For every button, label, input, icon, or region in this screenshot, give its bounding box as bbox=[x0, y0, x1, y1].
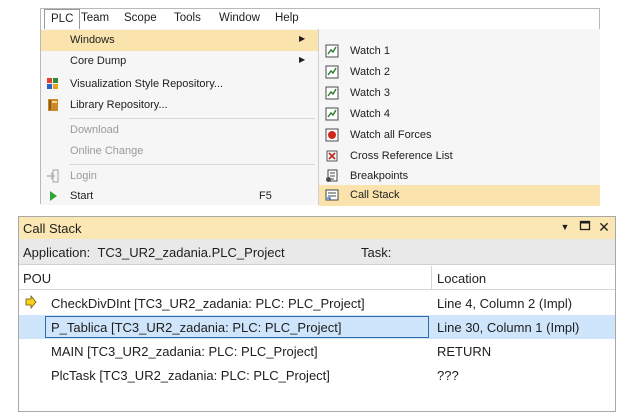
panel-title: Call Stack bbox=[23, 221, 82, 236]
table-row[interactable]: PlcTask [TC3_UR2_zadania: PLC: PLC_Proje… bbox=[19, 363, 615, 387]
call-stack-title-bar: Call Stack ▼ ✕ bbox=[19, 217, 615, 239]
menu-item-label: Windows bbox=[70, 34, 115, 46]
close-icon[interactable]: ✕ bbox=[596, 219, 612, 235]
column-header-pou[interactable]: POU bbox=[23, 271, 51, 286]
submenu-item-label: Watch all Forces bbox=[350, 129, 432, 141]
menubar-item-help[interactable]: Help bbox=[269, 9, 305, 29]
watch-window-icon bbox=[325, 86, 339, 100]
table-row-selected[interactable]: P_Tablica [TC3_UR2_zadania: PLC: PLC_Pro… bbox=[19, 315, 615, 339]
windows-submenu: Watch 1 Watch 2 Watch 3 Watch 4 Watch al… bbox=[319, 29, 600, 206]
maximize-icon[interactable] bbox=[577, 219, 593, 235]
row-location: RETURN bbox=[437, 344, 492, 359]
submenu-item-label: Cross Reference List bbox=[350, 150, 453, 162]
application-info: Application: TC3_UR2_zadania.PLC_Project bbox=[23, 245, 285, 260]
library-repository-icon bbox=[46, 98, 60, 112]
row-location: Line 4, Column 2 (Impl) bbox=[437, 296, 573, 311]
call-stack-panel: Call Stack ▼ ✕ Application: TC3_UR2_zada… bbox=[18, 216, 616, 412]
submenu-item-watch-2[interactable]: Watch 2 bbox=[319, 62, 600, 83]
row-pou: CheckDivDInt [TC3_UR2_zadania: PLC: PLC_… bbox=[51, 296, 365, 311]
watch-window-icon bbox=[325, 65, 339, 79]
menu-item-visualization-style-repository[interactable]: Visualization Style Repository... bbox=[41, 74, 318, 95]
application-value: TC3_UR2_zadania.PLC_Project bbox=[97, 245, 285, 260]
row-location: Line 30, Column 1 (Impl) bbox=[437, 320, 580, 335]
submenu-item-breakpoints[interactable]: Breakpoints bbox=[319, 166, 600, 187]
current-frame-arrow-icon bbox=[25, 294, 37, 310]
submenu-item-call-stack[interactable]: Call Stack bbox=[319, 185, 600, 206]
menu-item-library-repository[interactable]: Library Repository... bbox=[41, 95, 318, 116]
menubar-item-window[interactable]: Window bbox=[213, 9, 266, 29]
watch-window-icon bbox=[325, 107, 339, 121]
submenu-item-watch-3[interactable]: Watch 3 bbox=[319, 83, 600, 104]
menu-item-download: Download bbox=[41, 120, 318, 141]
application-label: Application: bbox=[23, 245, 91, 260]
plc-menu-screenshot: PLC Team Scope Tools Window Help Windows… bbox=[40, 8, 600, 206]
menu-bar: PLC Team Scope Tools Window Help bbox=[41, 9, 599, 29]
menu-item-login: Login bbox=[41, 166, 318, 187]
menu-item-label: Start bbox=[70, 190, 94, 202]
menu-item-shortcut: F5 bbox=[259, 190, 272, 202]
menu-separator bbox=[69, 118, 315, 119]
start-icon bbox=[46, 189, 60, 203]
column-divider[interactable] bbox=[431, 266, 432, 290]
call-stack-icon bbox=[325, 188, 339, 202]
column-header-location[interactable]: Location bbox=[437, 271, 486, 286]
menu-item-start[interactable]: Start F5 bbox=[41, 186, 318, 207]
row-pou: P_Tablica [TC3_UR2_zadania: PLC: PLC_Pro… bbox=[51, 320, 342, 335]
submenu-item-label: Breakpoints bbox=[350, 170, 409, 182]
menu-item-core-dump[interactable]: Core Dump ▶ bbox=[41, 51, 318, 72]
table-header: POU Location bbox=[19, 266, 615, 290]
task-label: Task: bbox=[361, 245, 392, 260]
submenu-item-cross-reference-list[interactable]: Cross Reference List bbox=[319, 146, 600, 167]
row-location: ??? bbox=[437, 368, 459, 383]
application-bar: Application: TC3_UR2_zadania.PLC_Project… bbox=[19, 239, 615, 265]
submenu-arrow-icon: ▶ bbox=[299, 55, 306, 64]
plc-menu: Windows ▶ Core Dump ▶ Visualization Styl… bbox=[41, 29, 319, 205]
submenu-item-label: Watch 3 bbox=[350, 87, 390, 99]
row-pou: PlcTask [TC3_UR2_zadania: PLC: PLC_Proje… bbox=[51, 368, 330, 383]
menu-separator bbox=[69, 164, 315, 165]
submenu-item-watch-all-forces[interactable]: Watch all Forces bbox=[319, 125, 600, 146]
menu-item-label: Library Repository... bbox=[70, 99, 168, 111]
menubar-item-tools[interactable]: Tools bbox=[168, 9, 207, 29]
table-row[interactable]: CheckDivDInt [TC3_UR2_zadania: PLC: PLC_… bbox=[19, 291, 615, 315]
submenu-arrow-icon: ▶ bbox=[299, 34, 306, 43]
menu-item-label: Online Change bbox=[70, 145, 144, 157]
menu-item-windows[interactable]: Windows ▶ bbox=[41, 30, 318, 51]
submenu-item-label: Watch 4 bbox=[350, 108, 390, 120]
submenu-item-label: Watch 1 bbox=[350, 45, 390, 57]
menu-item-online-change: Online Change bbox=[41, 141, 318, 162]
menubar-item-scope[interactable]: Scope bbox=[118, 9, 163, 29]
breakpoints-icon bbox=[325, 169, 339, 183]
submenu-item-watch-1[interactable]: Watch 1 bbox=[319, 41, 600, 62]
watch-window-icon bbox=[325, 44, 339, 58]
watch-all-forces-icon bbox=[325, 128, 339, 142]
visualization-style-icon bbox=[46, 77, 60, 91]
submenu-item-watch-4[interactable]: Watch 4 bbox=[319, 104, 600, 125]
menu-item-label: Visualization Style Repository... bbox=[70, 78, 224, 90]
menubar-item-team[interactable]: Team bbox=[75, 9, 115, 29]
cross-reference-icon bbox=[325, 149, 339, 163]
login-icon bbox=[46, 169, 60, 183]
submenu-item-label: Watch 2 bbox=[350, 66, 390, 78]
menu-item-label: Download bbox=[70, 124, 119, 136]
table-row[interactable]: MAIN [TC3_UR2_zadania: PLC: PLC_Project]… bbox=[19, 339, 615, 363]
submenu-item-label: Call Stack bbox=[350, 189, 400, 201]
menu-item-label: Login bbox=[70, 170, 97, 182]
dropdown-arrow-icon[interactable]: ▼ bbox=[557, 219, 573, 235]
menu-item-label: Core Dump bbox=[70, 55, 127, 67]
row-pou: MAIN [TC3_UR2_zadania: PLC: PLC_Project] bbox=[51, 344, 318, 359]
